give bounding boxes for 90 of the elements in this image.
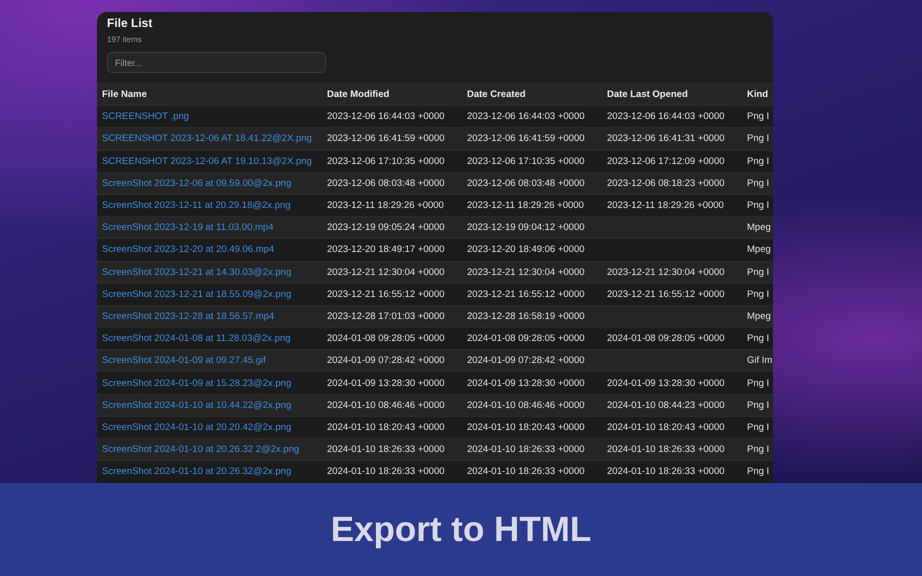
table-cell-text: 2024-01-08 09:28:05 +0000 bbox=[327, 333, 446, 344]
table-cell-text: 2024-01-10 18:26:33 +0000 bbox=[467, 444, 586, 456]
table-cell-text: 2024-01-09 07:28:42 +0000 bbox=[467, 355, 586, 366]
table-cell-text: 2023-12-06 16:44:03 +0000 bbox=[467, 111, 586, 122]
table-cell-text: Png I bbox=[747, 133, 770, 144]
table-cell-text: Png I bbox=[747, 400, 770, 411]
file-link[interactable]: ScreenShot 2023-12-21 at 14.30.03@2x.png bbox=[102, 266, 327, 278]
file-link[interactable]: ScreenShot 2024-01-08 at 11.28.03@2x.png bbox=[102, 333, 327, 344]
table-cell-text: Png I bbox=[747, 111, 770, 122]
table-cell-text: 2023-12-06 16:44:03 +0000 bbox=[327, 111, 446, 122]
table-cell-text: 2024-01-10 08:44:23 +0000 bbox=[607, 400, 726, 411]
table-cell-text: 2023-12-06 16:44:03 +0000 bbox=[607, 111, 726, 122]
table-cell-text: 2023-12-06 16:41:31 +0000 bbox=[607, 133, 726, 144]
table-cell-text: 2024-01-10 08:46:46 +0000 bbox=[327, 400, 446, 411]
table-cell-text: Png I bbox=[747, 288, 770, 300]
table-cell-text: 2023-12-06 17:10:35 +0000 bbox=[467, 156, 586, 167]
table-cell-text: Png I bbox=[747, 422, 770, 433]
table-cell-text: Mpeg bbox=[747, 244, 772, 256]
table-cell-text: 2023-12-21 12:30:04 +0000 bbox=[327, 266, 446, 278]
table-cell-text: 2023-12-11 18:29:26 +0000 bbox=[327, 200, 445, 212]
table-cell-text: 2023-12-21 12:30:04 +0000 bbox=[467, 266, 586, 278]
file-link[interactable]: ScreenShot 2023-12-19 at 11.03.00.mp4 bbox=[102, 222, 327, 234]
table-cell-text: 2024-01-09 13:28:30 +0000 bbox=[607, 378, 726, 389]
table-cell-text: 2024-01-08 09:28:05 +0000 bbox=[467, 333, 586, 344]
table-cell-text: 2024-01-09 13:28:30 +0000 bbox=[467, 378, 586, 389]
table-cell-text: 2023-12-20 18:49:06 +0000 bbox=[467, 244, 586, 256]
table-cell-text: 2024-01-10 18:26:33 +0000 bbox=[327, 444, 446, 456]
table-cell-text: 2024-01-10 18:20:43 +0000 bbox=[327, 422, 446, 433]
table-cell-text: 2024-01-10 18:20:43 +0000 bbox=[467, 422, 586, 433]
table-cell-text: 2024-01-10 18:26:33 +0000 bbox=[467, 466, 586, 478]
table-cell-text: 2024-01-09 13:28:30 +0000 bbox=[327, 378, 446, 389]
file-link[interactable]: SCREENSHOT 2023-12-06 AT 19.10.13@2X.png bbox=[102, 156, 327, 167]
table-cell-text: 2023-12-06 16:41:59 +0000 bbox=[327, 133, 446, 144]
table-cell-text: 2023-12-06 16:41:59 +0000 bbox=[467, 133, 586, 144]
column-header[interactable]: Date Created bbox=[467, 89, 607, 100]
table-cell-text: 2023-12-28 16:58:19 +0000 bbox=[467, 310, 586, 322]
file-link[interactable]: ScreenShot 2023-12-21 at 18.55.09@2x.png bbox=[102, 288, 327, 300]
file-link[interactable]: ScreenShot 2024-01-10 at 20.26.32 2@2x.png bbox=[102, 444, 327, 456]
file-link[interactable]: ScreenShot 2024-01-09 at 15.28.23@2x.png bbox=[102, 378, 327, 389]
column-header[interactable]: Date Modified bbox=[327, 89, 467, 100]
table-cell-text: 2023-12-06 17:12:09 +0000 bbox=[607, 156, 726, 167]
file-link[interactable]: ScreenShot 2024-01-10 at 20.20.42@2x.png bbox=[102, 422, 327, 433]
table-cell-text: 2023-12-21 16:55:12 +0000 bbox=[327, 288, 446, 300]
table-cell-text: 2024-01-10 18:26:33 +0000 bbox=[327, 466, 446, 478]
table-cell-text: Png I bbox=[747, 156, 770, 167]
table-cell: Gif Im bbox=[747, 355, 773, 366]
table-cell-text: Png I bbox=[747, 200, 770, 212]
table-cell-text: Png I bbox=[747, 444, 770, 456]
column-header[interactable]: Kind bbox=[747, 89, 773, 100]
table-cell-text: 2023-12-21 16:55:12 +0000 bbox=[467, 288, 586, 300]
table-cell-text: 2023-12-21 16:55:12 +0000 bbox=[607, 288, 726, 300]
table-cell-text: Png I bbox=[747, 466, 770, 478]
table-cell-text: Png I bbox=[747, 266, 770, 278]
table-cell-text: 2023-12-28 17:01:03 +0000 bbox=[327, 310, 446, 322]
file-link[interactable]: SCREENSHOT 2023-12-06 AT 18.41.22@2X.png bbox=[102, 133, 327, 144]
column-header[interactable]: Date Last Opened bbox=[607, 89, 747, 100]
table-cell-text: 2023-12-06 08:18:23 +0000 bbox=[607, 178, 726, 189]
table-cell-text: 2024-01-10 18:20:43 +0000 bbox=[607, 422, 726, 433]
file-link[interactable]: ScreenShot 2023-12-11 at 20.29.18@2x.png bbox=[102, 200, 327, 212]
item-count: 197 items bbox=[107, 35, 142, 44]
table-cell-text: 2024-01-10 18:26:33 +0000 bbox=[607, 466, 726, 478]
file-link[interactable]: ScreenShot 2023-12-20 at 20.49.06.mp4 bbox=[102, 244, 327, 256]
table-cell-text: 2023-12-19 09:04:12 +0000 bbox=[467, 222, 586, 234]
table-cell-text: 2024-01-10 18:26:33 +0000 bbox=[607, 444, 726, 456]
table-cell-text: 2023-12-11 18:29:26 +0000 bbox=[607, 200, 725, 212]
file-link[interactable]: ScreenShot 2023-12-06 at 09.59.00@2x.png bbox=[102, 178, 327, 189]
file-link[interactable]: SCREENSHOT .png bbox=[102, 111, 327, 122]
table-cell-text: 2024-01-08 09:28:05 +0000 bbox=[607, 333, 726, 344]
table-cell-text: 2023-12-20 18:49:17 +0000 bbox=[327, 244, 446, 256]
table-cell-text: 2023-12-21 12:30:04 +0000 bbox=[607, 266, 726, 278]
window-title: File List bbox=[107, 16, 152, 30]
table-cell-text: 2023-12-06 08:03:48 +0000 bbox=[327, 178, 446, 189]
table-cell-text: Png I bbox=[747, 178, 770, 189]
table-cell-text: 2024-01-09 07:28:42 +0000 bbox=[327, 355, 446, 366]
file-link[interactable]: ScreenShot 2024-01-10 at 10.44.22@2x.png bbox=[102, 400, 327, 411]
table-cell-text: 2023-12-06 08:03:48 +0000 bbox=[467, 178, 586, 189]
column-header[interactable]: File Name bbox=[102, 89, 327, 100]
table-cell-text: 2023-12-19 09:05:24 +0000 bbox=[327, 222, 446, 234]
table-cell-text: 2023-12-11 18:29:26 +0000 bbox=[467, 200, 585, 212]
table-cell-text: Mpeg bbox=[747, 222, 772, 234]
table-cell-text: Mpeg bbox=[747, 310, 772, 322]
file-link[interactable]: ScreenShot 2023-12-28 at 18.56.57.mp4 bbox=[102, 310, 327, 322]
filter-field[interactable]: Filter... bbox=[107, 52, 326, 73]
table-cell-text: Png I bbox=[747, 333, 770, 344]
file-link[interactable]: ScreenShot 2024-01-09 at 09.27.45.gif bbox=[102, 355, 327, 366]
table-cell-text: Png I bbox=[747, 378, 770, 389]
table-cell-text: 2023-12-06 17:10:35 +0000 bbox=[327, 156, 446, 167]
file-link[interactable]: ScreenShot 2024-01-10 at 20.26.32@2x.png bbox=[102, 466, 327, 478]
banner-title: Export to HTML bbox=[330, 510, 592, 550]
table-cell-text: 2024-01-10 08:46:46 +0000 bbox=[467, 400, 586, 411]
